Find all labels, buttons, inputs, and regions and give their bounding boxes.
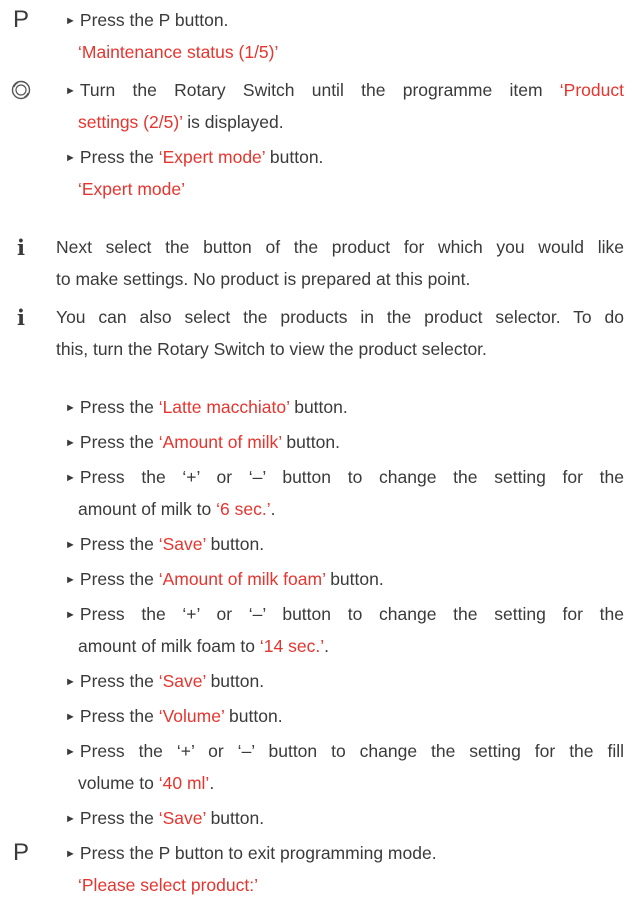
info-note-2-cont: this, turn the Rotary Switch to view the… <box>56 339 487 359</box>
info-icon: i <box>17 234 25 260</box>
step-press-p: ► Press the P button. <box>65 10 229 30</box>
step-volume: ► Press the ‘Volume’ button. <box>65 706 283 726</box>
bullet-arrow-icon: ► <box>65 813 76 825</box>
bullet-arrow-icon: ► <box>65 472 76 484</box>
bullet-arrow-icon: ► <box>65 152 76 164</box>
step-exit-programming: ► Press the P button to exit programming … <box>65 843 437 863</box>
info-icon: i <box>17 304 25 330</box>
step-turn-rotary-cont: settings (2/5)’ is displayed. <box>78 112 284 132</box>
step-expert-mode: ► Press the ‘Expert mode’ button. <box>65 147 324 167</box>
step-change-milk-foam-cont: amount of milk foam to ‘14 sec.’. <box>78 636 329 656</box>
bullet-arrow-icon: ► <box>65 15 76 27</box>
step-turn-rotary: ► Turn the Rotary Switch until the progra… <box>65 80 624 100</box>
result-expert-mode: ‘Expert mode’ <box>78 179 185 199</box>
step-latte-macchiato: ► Press the ‘Latte macchiato’ button. <box>65 397 348 417</box>
info-note-2: You can also select the products in the … <box>56 307 624 327</box>
step-amount-of-milk-foam: ► Press the ‘Amount of milk foam’ button. <box>65 569 384 589</box>
step-save-3: ► Press the ‘Save’ button. <box>65 808 265 828</box>
step-change-milk-foam: ► Press the ‘+’ or ‘–’ button to change t… <box>65 604 624 624</box>
bullet-arrow-icon: ► <box>65 711 76 723</box>
result-please-select-product: ‘Please select product:’ <box>78 875 258 895</box>
step-change-volume-cont: volume to ‘40 ml’. <box>78 773 215 793</box>
bullet-arrow-icon: ► <box>65 437 76 449</box>
info-note-1-cont: to make settings. No product is prepared… <box>56 269 471 289</box>
rotary-switch-icon <box>6 75 36 105</box>
bullet-arrow-icon: ► <box>65 574 76 586</box>
step-change-volume: ► Press the ‘+’ or ‘–’ button to change t… <box>65 741 624 761</box>
step-save-1: ► Press the ‘Save’ button. <box>65 534 265 554</box>
bullet-arrow-icon: ► <box>65 676 76 688</box>
step-change-milk-cont: amount of milk to ‘6 sec.’. <box>78 499 276 519</box>
bullet-arrow-icon: ► <box>65 609 76 621</box>
step-save-2: ► Press the ‘Save’ button. <box>65 671 265 691</box>
step-amount-of-milk: ► Press the ‘Amount of milk’ button. <box>65 432 340 452</box>
bullet-arrow-icon: ► <box>65 539 76 551</box>
bullet-arrow-icon: ► <box>65 746 76 758</box>
bullet-arrow-icon: ► <box>65 85 76 97</box>
p-button-icon: P <box>12 6 29 33</box>
bullet-arrow-icon: ► <box>65 402 76 414</box>
bullet-arrow-icon: ► <box>65 848 76 860</box>
result-maintenance-status: ‘Maintenance status (1/5)’ <box>78 42 279 62</box>
info-note-1: Next select the button of the product fo… <box>56 237 624 257</box>
p-button-icon: P <box>12 839 29 866</box>
step-change-milk: ► Press the ‘+’ or ‘–’ button to change t… <box>65 467 624 487</box>
